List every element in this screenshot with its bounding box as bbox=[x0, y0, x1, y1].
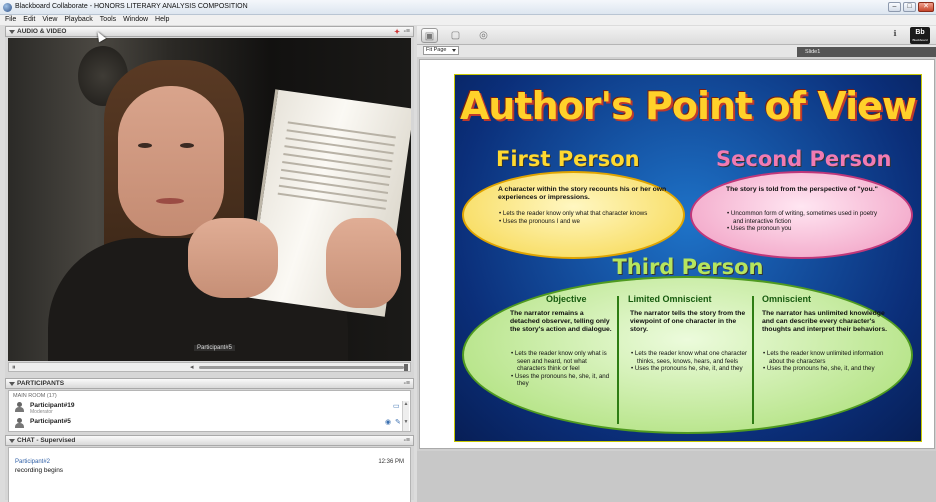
participant-row[interactable]: Participant#19 Moderator ▭ bbox=[15, 401, 400, 415]
video-settings-icon[interactable]: ✦ bbox=[394, 28, 400, 37]
web-tour-icon[interactable]: ◎ bbox=[475, 28, 492, 43]
menu-edit[interactable]: Edit bbox=[23, 15, 35, 25]
limited-omniscient-desc: The narrator tells the story from the vi… bbox=[630, 310, 746, 334]
bullet: • Lets the reader know only what is seen… bbox=[511, 350, 607, 373]
menu-help[interactable]: Help bbox=[155, 15, 169, 25]
whiteboard-subbar: Fit Page Slide1 bbox=[417, 45, 936, 57]
presenter-face bbox=[118, 86, 224, 236]
omniscient-bullets: • Lets the reader know unlimited informa… bbox=[762, 350, 888, 373]
left-panels: AUDIO & VIDEO ✦ -≡ Participant#5 ⏸ ◂ PAR… bbox=[5, 26, 414, 502]
bullet: • Uses the pronouns he, she, it, and the… bbox=[763, 365, 875, 373]
omniscient-title: Omniscient bbox=[762, 294, 812, 304]
info-icon[interactable]: ℹ bbox=[889, 29, 901, 41]
poster-slide: Author's Point of View First Person Seco… bbox=[454, 74, 922, 442]
volume-slider[interactable] bbox=[199, 366, 404, 369]
poster-title: Author's Point of View bbox=[460, 84, 917, 128]
panel-options-icon[interactable]: -≡ bbox=[404, 379, 410, 388]
zoom-select[interactable]: Fit Page bbox=[423, 46, 459, 55]
collapse-triangle-icon[interactable] bbox=[9, 30, 15, 34]
whiteboard-footer-area bbox=[417, 451, 936, 502]
second-person-heading: Second Person bbox=[716, 147, 892, 171]
participant-name: Participant#19 bbox=[30, 402, 75, 409]
participants-list: MAIN ROOM (17) Participant#19 Moderator … bbox=[8, 390, 411, 432]
person-icon bbox=[15, 418, 24, 428]
limited-omniscient-bullets: • Lets the reader know what one characte… bbox=[630, 350, 748, 373]
participant-role: Moderator bbox=[30, 409, 53, 415]
speaker-icon[interactable]: ◂ bbox=[190, 363, 194, 371]
first-person-heading: First Person bbox=[496, 147, 640, 171]
second-person-bullets: • Uncommon form of writing, sometimes us… bbox=[726, 210, 886, 233]
volume-slider-knob[interactable] bbox=[404, 364, 408, 371]
window-title: Blackboard Collaborate - HONORS LITERARY… bbox=[15, 3, 248, 10]
menu-bar: File Edit View Playback Tools Window Hel… bbox=[0, 15, 936, 25]
whiteboard-toolbar: ▣ ▢ ◎ ℹ Bb Blackboard bbox=[417, 26, 936, 45]
second-person-desc: The story is told from the perspective o… bbox=[726, 186, 878, 193]
audio-video-panel-header[interactable]: AUDIO & VIDEO ✦ -≡ bbox=[5, 26, 414, 37]
participants-scrollbar[interactable]: ▲ ▼ bbox=[402, 401, 409, 431]
participants-title: PARTICIPANTS bbox=[17, 380, 65, 387]
collapse-triangle-icon[interactable] bbox=[9, 382, 15, 386]
audio-video-title: AUDIO & VIDEO bbox=[17, 28, 67, 35]
slide-tab[interactable]: Slide1 bbox=[797, 47, 936, 57]
blackboard-logo: Bb Blackboard bbox=[910, 27, 930, 44]
maximize-button[interactable]: □ bbox=[903, 2, 916, 12]
whiteboard-area: ▣ ▢ ◎ ℹ Bb Blackboard Fit Page Slide1 Au… bbox=[417, 26, 936, 502]
bullet: • Lets the reader know what one characte… bbox=[631, 350, 748, 365]
bullet: • Uses the pronouns I and we bbox=[499, 217, 580, 225]
bullet: • Uses the pronouns he, she, it, and the… bbox=[631, 365, 743, 373]
person-icon bbox=[15, 402, 24, 412]
chat-sender: Participant#2 bbox=[15, 459, 51, 465]
whiteboard-canvas[interactable]: Author's Point of View First Person Seco… bbox=[419, 59, 935, 449]
bullet: • Uncommon form of writing, sometimes us… bbox=[727, 210, 878, 225]
panel-options-icon[interactable]: -≡ bbox=[404, 436, 410, 445]
objective-bullets: • Lets the reader know only what is seen… bbox=[510, 350, 614, 388]
third-person-heading: Third Person bbox=[612, 255, 764, 279]
video-participant-label: Participant#5 bbox=[194, 345, 236, 351]
collaborate-app-icon bbox=[3, 3, 12, 12]
limited-omniscient-title: Limited Omniscient bbox=[628, 294, 712, 304]
bullet: • Lets the reader know only what that ch… bbox=[499, 210, 648, 217]
pause-icon[interactable]: ⏸ bbox=[12, 364, 16, 372]
menu-window[interactable]: Window bbox=[123, 15, 148, 25]
chat-timestamp: 12:36 PM bbox=[378, 459, 404, 465]
bullet: • Uses the pronoun you bbox=[727, 225, 792, 233]
chat-message: recording begins bbox=[15, 467, 64, 474]
bullet: • Lets the reader know unlimited informa… bbox=[763, 350, 884, 365]
menu-view[interactable]: View bbox=[42, 15, 57, 25]
first-person-bullets: • Lets the reader know only what that ch… bbox=[498, 210, 648, 225]
chat-history[interactable]: Participant#2 12:36 PM recording begins bbox=[8, 447, 411, 502]
objective-title: Objective bbox=[546, 294, 587, 304]
panel-options-icon[interactable]: -≡ bbox=[404, 27, 410, 36]
first-person-desc: A character within the story recounts hi… bbox=[498, 186, 667, 202]
whiteboard-view-icon[interactable]: ▣ bbox=[421, 28, 438, 43]
menu-playback[interactable]: Playback bbox=[64, 15, 92, 25]
menu-file[interactable]: File bbox=[5, 15, 16, 25]
objective-desc: The narrator remains a detached observer… bbox=[510, 310, 612, 334]
participants-panel-header[interactable]: PARTICIPANTS -≡ bbox=[5, 378, 414, 389]
video-feed: Participant#5 bbox=[8, 38, 411, 361]
minimize-button[interactable]: – bbox=[888, 2, 901, 12]
collapse-triangle-icon[interactable] bbox=[9, 439, 15, 443]
video-controls: ⏸ ◂ bbox=[8, 362, 411, 372]
window-titlebar: Blackboard Collaborate - HONORS LITERARY… bbox=[0, 0, 936, 15]
chat-bubble-icon[interactable]: ▭ bbox=[393, 402, 400, 410]
participant-name: Participant#5 bbox=[30, 418, 71, 425]
bullet: • Uses the pronouns he, she, it, and the… bbox=[511, 372, 610, 388]
chevron-down-icon bbox=[452, 49, 456, 52]
room-label: MAIN ROOM (17) bbox=[13, 393, 57, 399]
participant-row[interactable]: Participant#5 ◉ ✎ bbox=[15, 417, 401, 430]
chat-title: CHAT - Supervised bbox=[17, 437, 76, 444]
close-button[interactable]: ✕ bbox=[918, 2, 934, 12]
webcam-icon[interactable]: ◉ bbox=[385, 418, 391, 426]
microphone-icon[interactable]: ✎ bbox=[395, 418, 401, 426]
app-share-icon[interactable]: ▢ bbox=[447, 28, 464, 43]
chat-panel-header[interactable]: CHAT - Supervised -≡ bbox=[5, 435, 414, 446]
omniscient-desc: The narrator has unlimited knowledge and… bbox=[762, 310, 887, 334]
menu-tools[interactable]: Tools bbox=[100, 15, 116, 25]
